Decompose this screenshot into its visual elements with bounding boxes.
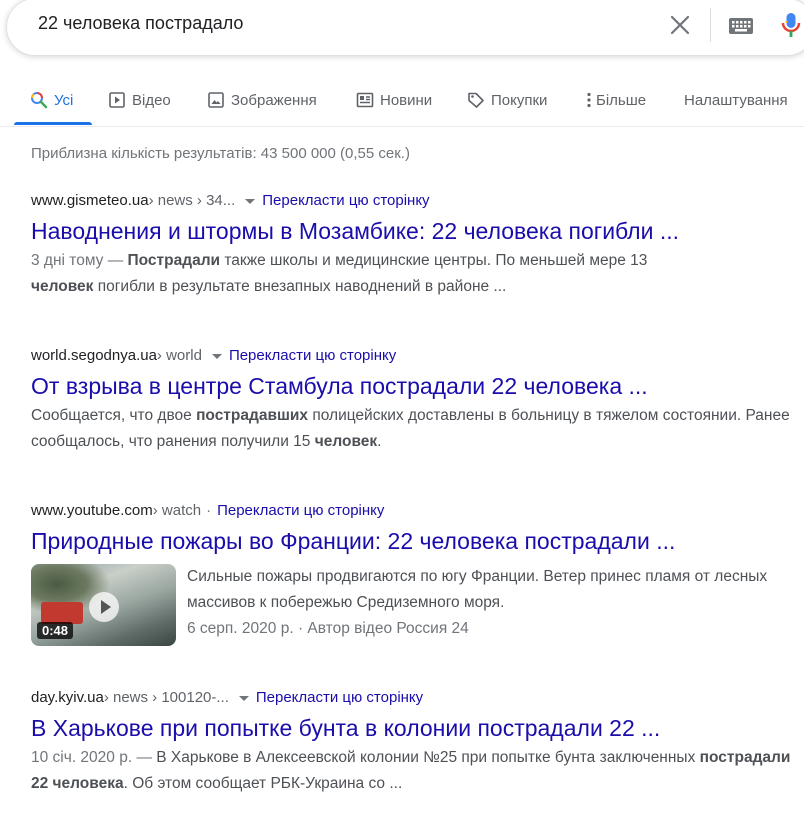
tab-images[interactable]: Зображення xyxy=(207,76,317,124)
tab-all[interactable]: Усі xyxy=(30,76,73,124)
search-result: world.segodnya.ua › world Перекласти цю … xyxy=(31,346,801,455)
snippet-text: В Харькове в Алексеевской колонии №25 пр… xyxy=(156,749,700,766)
snippet-highlight: человек xyxy=(314,433,378,450)
news-icon xyxy=(356,91,374,109)
tab-news[interactable]: Новини xyxy=(356,76,432,124)
video-description: Сильные пожары продвигаются по югу Франц… xyxy=(187,568,768,611)
tab-video[interactable]: Відео xyxy=(108,76,171,124)
result-path: › watch xyxy=(152,502,202,519)
result-path: › news › 100120-... xyxy=(103,689,229,706)
result-path: › news › 34... xyxy=(148,192,236,209)
tab-settings[interactable]: Налаштування xyxy=(684,76,788,124)
result-menu-arrow-icon[interactable] xyxy=(245,198,256,204)
search-tabs: Усі Відео Зображення Новини Покупки Біль… xyxy=(0,76,804,126)
result-breadcrumb: day.kyiv.ua › news › 100120-... Переклас… xyxy=(31,688,801,708)
result-title-link[interactable]: От взрыва в центре Стамбула пострадали 2… xyxy=(31,371,801,401)
snippet-highlight: пострадавших xyxy=(196,407,309,424)
result-stats: Приблизна кількість результатів: 43 500 … xyxy=(31,145,410,162)
result-path: › world xyxy=(156,347,202,364)
search-box-divider xyxy=(710,8,711,42)
tab-label: Більше xyxy=(596,91,647,109)
video-info: Сильные пожары продвигаются по югу Франц… xyxy=(187,564,797,646)
video-meta: 6 серп. 2020 р. · Автор відео Россия 24 xyxy=(187,620,469,637)
tab-label: Відео xyxy=(132,91,171,109)
active-tab-indicator xyxy=(14,122,92,125)
snippet-highlight: человек xyxy=(31,278,94,295)
tab-label: Зображення xyxy=(231,91,317,109)
thumbnail-image xyxy=(41,602,83,624)
tab-shopping[interactable]: Покупки xyxy=(467,76,547,124)
result-breadcrumb: world.segodnya.ua › world Перекласти цю … xyxy=(31,346,801,366)
result-title-link[interactable]: Наводнения и штормы в Мозамбике: 22 чело… xyxy=(31,216,801,246)
tab-more[interactable]: Більше xyxy=(587,76,646,124)
clear-icon[interactable] xyxy=(666,11,694,39)
translate-page-link[interactable]: Перекласти цю сторінку xyxy=(262,191,429,211)
translate-page-link[interactable]: Перекласти цю сторінку xyxy=(256,688,423,708)
result-date: 10 січ. 2020 р. — xyxy=(31,749,157,766)
result-domain[interactable]: day.kyiv.ua xyxy=(31,688,104,708)
video-icon xyxy=(108,91,126,109)
result-domain[interactable]: www.gismeteo.ua xyxy=(31,191,149,211)
result-domain[interactable]: world.segodnya.ua xyxy=(31,346,157,366)
result-breadcrumb: www.youtube.com › watch · Перекласти цю … xyxy=(31,501,801,521)
tag-icon xyxy=(467,91,485,109)
image-icon xyxy=(207,91,225,109)
microphone-icon[interactable] xyxy=(779,9,803,41)
result-snippet: 10 січ. 2020 р. — В Харькове в Алексеевс… xyxy=(31,745,801,797)
snippet-text: Сообщается, что двое xyxy=(31,407,197,424)
video-duration: 0:48 xyxy=(37,622,74,639)
result-title-link[interactable]: Природные пожары во Франции: 22 человека… xyxy=(31,526,801,556)
result-menu-arrow-icon[interactable] xyxy=(211,353,222,359)
search-input[interactable]: 22 человека пострадало xyxy=(38,13,243,34)
video-block: 0:48 Сильные пожары продвигаются по югу … xyxy=(31,564,801,646)
tab-label: Покупки xyxy=(491,91,548,109)
tabs-divider xyxy=(0,126,804,127)
result-breadcrumb: www.gismeteo.ua › news › 34... Перекласт… xyxy=(31,191,801,211)
result-domain[interactable]: www.youtube.com xyxy=(31,501,153,521)
more-dots-icon xyxy=(587,92,591,108)
result-title-link[interactable]: В Харькове при попытке бунта в колонии п… xyxy=(31,713,801,743)
snippet-text: также школы и медицинские центры. По мен… xyxy=(220,252,648,269)
snippet-highlight: Пострадали xyxy=(127,252,221,269)
tab-label: Усі xyxy=(54,91,74,109)
search-result: day.kyiv.ua › news › 100120-... Переклас… xyxy=(31,688,801,797)
translate-page-link[interactable]: Перекласти цю сторінку xyxy=(217,501,384,521)
keyboard-icon[interactable] xyxy=(727,15,757,37)
translate-page-link[interactable]: Перекласти цю сторінку xyxy=(229,346,396,366)
tab-label: Новини xyxy=(380,91,433,109)
result-snippet: 3 дні тому — Пострадали также школы и ме… xyxy=(31,248,801,300)
separator-dot: · xyxy=(206,502,212,519)
video-thumbnail[interactable]: 0:48 xyxy=(31,564,176,646)
snippet-text: . Об этом сообщает РБК-Украина со ... xyxy=(123,775,403,792)
search-result: www.gismeteo.ua › news › 34... Перекласт… xyxy=(31,191,801,300)
result-menu-arrow-icon[interactable] xyxy=(238,695,249,701)
play-icon[interactable] xyxy=(89,592,119,622)
video-result: www.youtube.com › watch · Перекласти цю … xyxy=(31,501,801,646)
search-icon xyxy=(30,91,48,109)
result-date: 3 дні тому — xyxy=(31,252,128,269)
snippet-text: погибли в результате внезапных наводнени… xyxy=(93,278,507,295)
result-snippet: Сообщается, что двое пострадавших полице… xyxy=(31,403,801,455)
snippet-text: . xyxy=(377,433,382,450)
search-box[interactable]: 22 человека пострадало xyxy=(6,0,804,56)
tab-label: Налаштування xyxy=(684,91,788,109)
